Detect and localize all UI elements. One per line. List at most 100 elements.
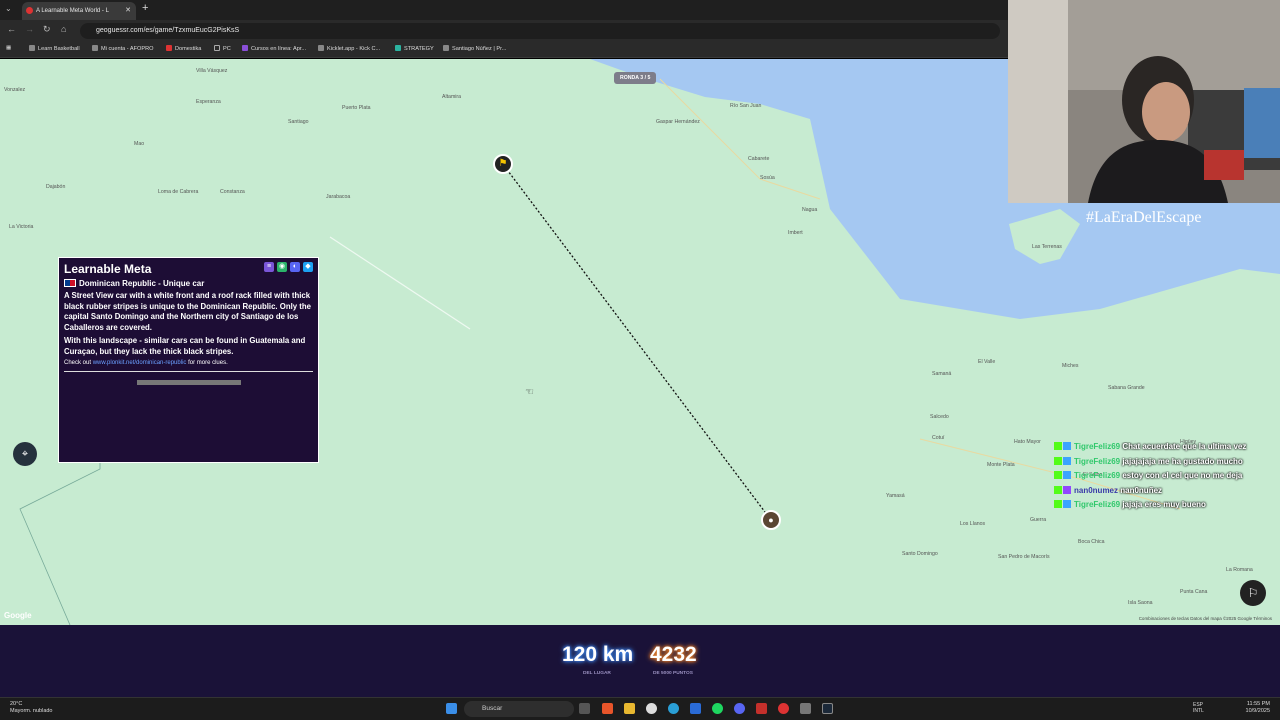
map-label: La Romana <box>1226 567 1253 573</box>
url-text: geoguessr.com/es/game/TzxmuEucG2PisKsS <box>96 27 240 34</box>
app-icon[interactable] <box>800 703 811 714</box>
home-icon[interactable]: ⌂ <box>61 24 66 34</box>
chat-message: TigreFeliz69 estoy con el cel que no me … <box>1054 471 1276 486</box>
info-icon[interactable]: ≡ <box>264 262 274 272</box>
map-label: San Pedro de Macorís <box>998 554 1050 560</box>
start-icon[interactable] <box>446 703 457 714</box>
round-indicator: RONDA 3 / 5 <box>614 72 657 84</box>
distance-value: 120 km <box>562 643 634 666</box>
tab-strip: ⌄ A Learnable Meta World - L ✕ + <box>0 0 1008 20</box>
geoguessr-favicon-icon <box>26 7 33 14</box>
stream-chat: TigreFeliz69 Chat acuerdate que la ultim… <box>1054 442 1276 515</box>
meta-paragraph-2: With this landscape - similar cars can b… <box>64 336 306 356</box>
location-pin-icon[interactable]: ⌖ <box>13 442 37 466</box>
twitter-icon[interactable]: ◆ <box>303 262 313 272</box>
search-label: Buscar <box>482 705 503 712</box>
meta-link-row: Check out www.plonkit.net/dominican-repu… <box>64 360 228 367</box>
bookmark-item[interactable]: Kicklet.app - Kick C... <box>318 45 380 52</box>
map-label: Vonzalez <box>4 87 26 93</box>
file-explorer-icon[interactable] <box>624 703 635 714</box>
back-icon[interactable]: ← <box>7 24 16 34</box>
edge-icon[interactable] <box>668 703 679 714</box>
meta-paragraph-1: A Street View car with a white front and… <box>64 291 311 332</box>
tab-title: A Learnable Meta World - L <box>36 8 109 14</box>
chrome-profile-icon[interactable] <box>778 703 789 714</box>
chrome-icon[interactable] <box>646 703 657 714</box>
map-label: Punta Cana <box>1180 589 1208 595</box>
map-label: Guerra <box>1030 517 1047 523</box>
steam-icon[interactable] <box>822 703 833 714</box>
map-label: Río San Juan <box>730 103 762 109</box>
bookmark-item[interactable]: Cursos en línea: Apr... <box>242 45 306 52</box>
map-label: Cabarete <box>748 156 770 162</box>
map-label: La Victoria <box>9 224 34 230</box>
windows-taskbar: 20°C Mayorm. nublado Buscar ESP INTL 11:… <box>0 697 1280 720</box>
map-attribution[interactable]: Combinaciones de teclas Datos del mapa ©… <box>1139 616 1272 621</box>
weather-widget[interactable]: 20°C Mayorm. nublado <box>10 701 53 715</box>
map-label: Las Terrenas <box>1032 244 1062 250</box>
task-view-icon[interactable] <box>579 703 590 714</box>
new-tab-icon[interactable]: + <box>142 2 148 14</box>
learnable-meta-panel: Learnable Meta ≡ ◉ ◐ ◆ Dominican Republi… <box>58 257 319 463</box>
hand-cursor-icon: ☜ <box>525 387 534 398</box>
brave-icon[interactable] <box>602 703 613 714</box>
map-label: Salcedo <box>930 414 949 420</box>
store-icon[interactable] <box>690 703 701 714</box>
points-value: 4232 <box>650 643 697 666</box>
points-caption: DE 5000 PUNTOS <box>653 671 693 676</box>
map-label: Jarabacoa <box>326 194 351 200</box>
address-bar[interactable]: geoguessr.com/es/game/TzxmuEucG2PisKsS <box>80 23 1000 39</box>
map-label: Monte Plata <box>987 462 1015 468</box>
save-location-icon[interactable]: ⚐ <box>1240 580 1266 606</box>
bookmark-item[interactable]: Learn Basketball <box>29 45 80 52</box>
map-label: Sabana Grande <box>1108 385 1145 391</box>
dominican-flag-icon <box>64 279 76 287</box>
map-label: Los Llanos <box>960 521 986 527</box>
discord-taskbar-icon[interactable] <box>734 703 745 714</box>
map-label: Miches <box>1062 363 1079 369</box>
forward-icon[interactable]: → <box>25 24 34 34</box>
map-label: Constanza <box>220 189 245 195</box>
map-label: Samaná <box>932 371 952 377</box>
player-pin-icon: ● <box>761 510 781 530</box>
map-label: Loma de Cabrera <box>158 189 199 195</box>
bookmarks-bar: ▦ Learn Basketball Mi cuenta - AFOPRO Do… <box>0 42 1008 58</box>
bookmark-folder[interactable]: PC <box>214 45 231 52</box>
app-icon[interactable] <box>756 703 767 714</box>
distance-caption: DEL LUGAR <box>583 671 611 676</box>
meta-image <box>136 380 241 386</box>
map-label: Altamira <box>442 94 462 100</box>
apps-icon[interactable]: ▦ <box>6 45 11 51</box>
map-label: Isla Saona <box>1128 600 1153 606</box>
spotify-icon[interactable] <box>712 703 723 714</box>
map-label: Mao <box>134 141 145 147</box>
plonkit-link[interactable]: www.plonkit.net/dominican-republic <box>93 360 187 366</box>
tab-active[interactable]: A Learnable Meta World - L ✕ <box>22 2 136 20</box>
map-label: Hato Mayor <box>1014 439 1041 445</box>
globe-icon[interactable]: ◉ <box>277 262 287 272</box>
bookmark-item[interactable]: Mi cuenta - AFOPRO <box>92 45 154 52</box>
meta-icons: ≡ ◉ ◐ ◆ <box>264 262 313 272</box>
map-label: Yamasá <box>886 493 905 499</box>
divider <box>64 371 313 373</box>
map-label: Nagua <box>802 207 818 213</box>
system-clock[interactable]: 11:55 PM 10/9/2025 <box>1246 701 1270 715</box>
bookmark-item[interactable]: STRATEGY <box>395 45 434 52</box>
language-indicator[interactable]: ESP INTL <box>1193 702 1204 714</box>
chat-message: TigreFeliz69 jajajajaja me ha gustado mu… <box>1054 456 1276 472</box>
map-label: Villa Vásquez <box>196 68 228 74</box>
map-label: Gaspar Hernández <box>656 119 700 125</box>
bookmark-item[interactable]: Santiago Núñez | Pr... <box>443 45 506 52</box>
map-label: Esperanza <box>196 99 221 105</box>
bookmark-item[interactable]: Domestika <box>166 45 201 52</box>
tab-search-icon[interactable]: ⌄ <box>5 4 12 13</box>
close-tab-icon[interactable]: ✕ <box>125 2 131 20</box>
reload-icon[interactable]: ↻ <box>43 24 51 35</box>
chat-message: nan0numez nan0nuñez <box>1054 485 1276 501</box>
discord-icon[interactable]: ◐ <box>290 262 300 272</box>
map-label: Santo Domingo <box>902 551 938 557</box>
browser-toolbar: ← → ↻ ⌂ geoguessr.com/es/game/TzxmuEucG2… <box>0 20 1008 42</box>
webcam-feed <box>1008 0 1280 203</box>
taskbar-search[interactable]: Buscar <box>464 701 574 717</box>
chat-message: TigreFeliz69 Chat acuerdate que la ultim… <box>1054 442 1276 457</box>
